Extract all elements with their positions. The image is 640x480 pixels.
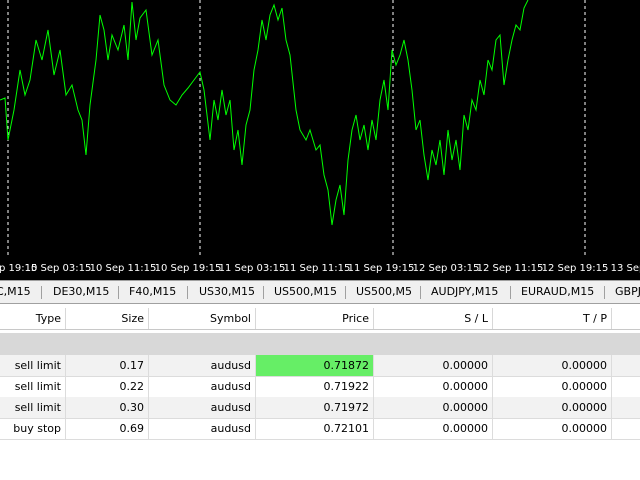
table-row[interactable]: sell limit 0.17 audusd 0.71872 0.00000 0… [0, 355, 640, 377]
chart-tabs: C,M15 DE30,M15 F40,M15 US30,M15 US500,M1… [0, 280, 640, 304]
table-row[interactable]: sell limit 0.30 audusd 0.71972 0.00000 0… [0, 397, 640, 419]
time-label: 10 Sep 11:15 [89, 263, 157, 274]
tab-separator [187, 286, 188, 299]
time-label: 11 Sep 19:15 [347, 263, 415, 274]
order-sl: 0.00000 [374, 397, 493, 418]
tab-gbpj[interactable]: GBPJ [615, 285, 640, 298]
order-sl: 0.00000 [374, 418, 493, 439]
time-label: 12 Sep 03:15 [412, 263, 480, 274]
order-type: sell limit [0, 376, 66, 397]
table-row[interactable]: buy stop 0.69 audusd 0.72101 0.00000 0.0… [0, 418, 640, 440]
order-tp: 0.00000 [493, 418, 612, 439]
price-chart[interactable]: 10 Sep 19:15 10 Sep 03:15 10 Sep 11:15 1… [0, 0, 640, 280]
chart-canvas [0, 0, 586, 257]
tab-euraud-m15[interactable]: EURAUD,M15 [521, 285, 594, 298]
tab-separator [345, 286, 346, 299]
time-label: 12 Sep 19:15 [541, 263, 609, 274]
group-row [0, 333, 640, 355]
column-header-price[interactable]: Price [256, 308, 374, 329]
order-tp: 0.00000 [493, 397, 612, 418]
tab-de30-m15[interactable]: DE30,M15 [53, 285, 109, 298]
order-price: 0.71922 [256, 376, 374, 397]
order-symbol: audusd [149, 418, 256, 439]
order-type: sell limit [0, 397, 66, 418]
table-header: Type Size Symbol Price S / L T / P [0, 308, 640, 330]
time-label: 12 Sep 11:15 [476, 263, 544, 274]
column-header-symbol[interactable]: Symbol [149, 308, 256, 329]
column-header-type[interactable]: Type [0, 308, 66, 329]
order-symbol: audusd [149, 397, 256, 418]
tab-separator [263, 286, 264, 299]
order-size: 0.30 [66, 397, 149, 418]
table-row[interactable]: sell limit 0.22 audusd 0.71922 0.00000 0… [0, 376, 640, 398]
time-label: 11 Sep 03:15 [218, 263, 286, 274]
time-label: 13 Sep [610, 263, 640, 274]
tab-us30-m15[interactable]: US30,M15 [199, 285, 255, 298]
order-sl: 0.00000 [374, 355, 493, 376]
vertical-separators [7, 0, 586, 257]
order-tp: 0.00000 [493, 355, 612, 376]
tab-separator [604, 286, 605, 299]
order-size: 0.22 [66, 376, 149, 397]
time-axis: 10 Sep 19:15 10 Sep 03:15 10 Sep 11:15 1… [0, 257, 640, 279]
time-label: 10 Sep 19:15 [154, 263, 222, 274]
tab-f40-m15[interactable]: F40,M15 [129, 285, 176, 298]
order-size: 0.69 [66, 418, 149, 439]
order-size: 0.17 [66, 355, 149, 376]
order-symbol: audusd [149, 355, 256, 376]
time-label: 11 Sep 11:15 [283, 263, 351, 274]
order-tp: 0.00000 [493, 376, 612, 397]
order-sl: 0.00000 [374, 376, 493, 397]
time-label: 10 Sep 03:15 [24, 263, 92, 274]
order-price: 0.72101 [256, 418, 374, 439]
column-header-sl[interactable]: S / L [374, 308, 493, 329]
tab-separator [510, 286, 511, 299]
column-header-size[interactable]: Size [66, 308, 149, 329]
tab-separator [420, 286, 421, 299]
tab-separator [41, 286, 42, 299]
order-price-highlighted: 0.71872 [256, 355, 374, 376]
tab-us500-m5[interactable]: US500,M5 [356, 285, 412, 298]
column-header-tp[interactable]: T / P [493, 308, 612, 329]
tab-audjpy-m15[interactable]: AUDJPY,M15 [431, 285, 498, 298]
tab-separator [118, 286, 119, 299]
order-type: buy stop [0, 418, 66, 439]
order-symbol: audusd [149, 376, 256, 397]
tab-us500-m15[interactable]: US500,M15 [274, 285, 337, 298]
order-price: 0.71972 [256, 397, 374, 418]
price-line [0, 0, 529, 226]
tab-c-m15[interactable]: C,M15 [0, 285, 31, 298]
order-type: sell limit [0, 355, 66, 376]
